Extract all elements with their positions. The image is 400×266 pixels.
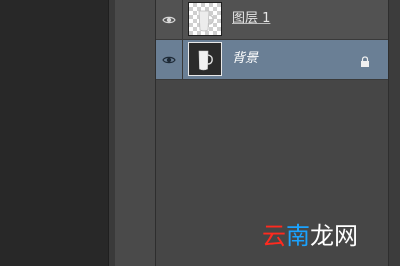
panel-gap — [116, 0, 156, 266]
layer-thumbnail-cup-on-dark-icon[interactable] — [188, 42, 222, 76]
layer-row-layer-1[interactable]: 图层 1 — [156, 0, 388, 40]
eye-visibility-icon[interactable] — [162, 13, 176, 27]
lock-icon[interactable] — [360, 53, 370, 67]
layer-thumbnail-transparent-cup-icon[interactable] — [188, 2, 222, 36]
watermark-char: 网 — [334, 222, 358, 250]
watermark-char: 龙 — [310, 222, 334, 250]
eye-column-separator — [182, 40, 183, 80]
eye-visibility-icon[interactable] — [162, 53, 176, 67]
watermark-char: 南 — [286, 222, 310, 250]
watermark-char: 云 — [262, 222, 286, 250]
canvas-area — [0, 0, 108, 266]
layer-name[interactable]: 图层 1 — [232, 11, 270, 27]
panel-divider[interactable] — [108, 0, 116, 266]
site-watermark: 云南龙网 — [262, 222, 358, 250]
layer-row-background[interactable]: 背景 — [156, 40, 388, 80]
eye-column-separator — [182, 0, 183, 40]
panel-scrollbar[interactable] — [388, 0, 400, 266]
layer-name[interactable]: 背景 — [232, 51, 258, 67]
